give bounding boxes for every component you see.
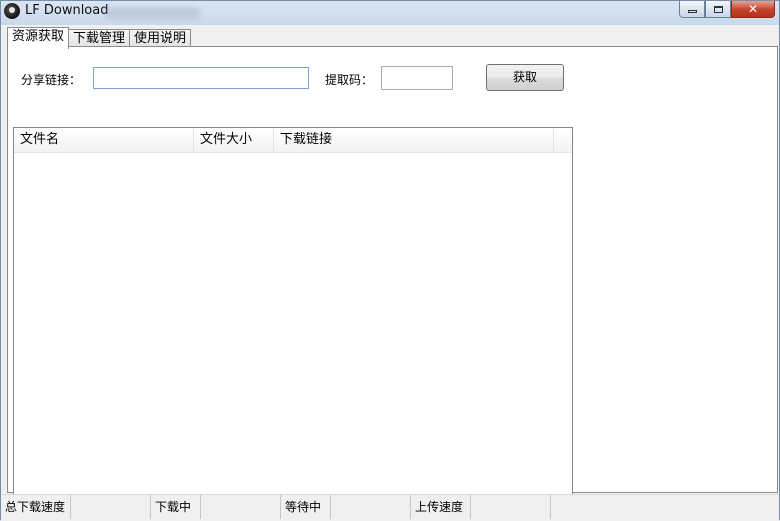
file-list[interactable]: 文件名 文件大小 下载链接 [13, 127, 573, 503]
status-downloading-label: 下载中 [151, 495, 201, 519]
tab-panel-resource-fetch: 分享链接： 提取码： 获取 文件名 文件大小 下载链接 [7, 46, 778, 503]
app-logo-icon [4, 3, 20, 19]
maximize-button[interactable] [705, 1, 731, 18]
extract-code-label: 提取码： [325, 73, 374, 87]
share-link-input[interactable] [93, 67, 309, 89]
tab-strip: 资源获取 下载管理 使用说明 [7, 27, 192, 49]
window-title: LF Download [25, 3, 109, 18]
column-header-filesize[interactable]: 文件大小 [194, 128, 274, 152]
status-total-speed-value [71, 495, 151, 519]
share-link-label: 分享链接： [21, 73, 82, 87]
status-filler [551, 495, 779, 519]
blurred-background-text [105, 7, 200, 19]
status-bar: 总下载速度 下载中 等待中 上传速度 [1, 494, 779, 521]
status-waiting-label: 等待中 [281, 495, 331, 519]
app-window: LF Download ✕ 资源获取 下载管理 使用说明 分享链接： 提取码： … [0, 0, 780, 521]
title-bar[interactable]: LF Download ✕ [1, 1, 779, 25]
close-icon: ✕ [747, 2, 759, 16]
column-header-filler [554, 128, 572, 152]
maximize-icon [713, 5, 723, 13]
file-list-header: 文件名 文件大小 下载链接 [14, 128, 572, 153]
status-upload-speed-value [471, 495, 551, 519]
close-button[interactable]: ✕ [731, 1, 775, 18]
caption-buttons: ✕ [679, 1, 775, 19]
extract-code-input[interactable] [381, 66, 453, 90]
status-total-speed-label: 总下载速度 [1, 495, 71, 519]
column-header-download-link[interactable]: 下载链接 [274, 128, 554, 152]
minimize-icon [687, 10, 697, 13]
tab-resource-fetch[interactable]: 资源获取 [7, 27, 70, 49]
client-area: 资源获取 下载管理 使用说明 分享链接： 提取码： 获取 文件名 文件大小 下载… [4, 25, 778, 503]
status-waiting-value [331, 495, 411, 519]
status-downloading-value [201, 495, 281, 519]
minimize-button[interactable] [679, 1, 705, 18]
column-header-filename[interactable]: 文件名 [14, 128, 194, 152]
fetch-button[interactable]: 获取 [486, 64, 564, 91]
status-upload-speed-label: 上传速度 [411, 495, 471, 519]
